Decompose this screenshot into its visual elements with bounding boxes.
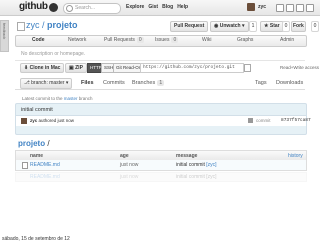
header-nav: Explore Gist Blog Help (126, 4, 192, 10)
reflection-message: initial commit [zyc] (176, 174, 217, 180)
new-repo-icon[interactable] (296, 4, 304, 12)
unwatch-label: Unwatch (219, 23, 241, 29)
tab-network[interactable]: Network (68, 37, 86, 43)
feedback-tab[interactable]: feedback (0, 20, 9, 52)
top-header: github Search... Explore Gist Blog Help zyc (0, 0, 320, 16)
search-input[interactable]: Search... (63, 3, 121, 14)
nav-blog[interactable]: Blog (162, 4, 173, 10)
tab-pull-requests[interactable]: Pull Requests 0 (104, 37, 144, 43)
fork-count[interactable]: 0 (311, 21, 319, 32)
issues-count: 0 (171, 37, 179, 43)
commit-author-avatar[interactable] (21, 118, 27, 124)
breadcrumb: projeto / (18, 139, 50, 148)
commit-meta: zyc authored just now commit 8737f57ca87 (16, 115, 311, 126)
repo-icon (17, 22, 25, 31)
fork-label: Fork (293, 23, 304, 29)
tab-admin[interactable]: Admin (280, 37, 294, 43)
subtab-branches[interactable]: Branches 1 (132, 80, 165, 86)
repo-title: zyc / projeto (26, 20, 78, 30)
latest-commit-label: Latest commit to the master branch (22, 96, 93, 101)
pull-request-label: Pull Request (174, 23, 205, 29)
subtab-commits[interactable]: Commits (103, 80, 125, 86)
clone-row: ⬇ Clone in Mac ▣ ZIP HTTP SSH Git Read-O… (15, 60, 319, 73)
watch-count[interactable]: 1 (249, 21, 257, 32)
feedback-label: feedback (2, 23, 7, 40)
screenshot-area: github Search... Explore Gist Blog Help zyc… (0, 0, 320, 233)
fork-button[interactable]: Fork (291, 21, 306, 32)
commit-sha[interactable]: 8737f57ca87 (281, 118, 311, 123)
tab-wiki[interactable]: Wiki (202, 37, 211, 43)
subtab-tags[interactable]: Tags (255, 80, 267, 86)
subtab-files[interactable]: Files (81, 80, 94, 86)
breadcrumb-repo[interactable]: projeto (18, 139, 45, 148)
notifications-icon[interactable] (276, 4, 284, 12)
pull-request-button[interactable]: Pull Request (170, 21, 209, 32)
settings-icon[interactable] (286, 4, 294, 12)
chevron-down-icon: ▾ (64, 80, 69, 86)
browse-tree-icon[interactable] (248, 118, 253, 123)
access-level: Read+Write access (280, 65, 320, 70)
repo-separator: / (39, 20, 48, 30)
clone-url-field[interactable]: https://github.com/zyc/projeto.git (140, 63, 244, 73)
repo-tabs: Code Network Pull Requests 0 Issues 0 Wiki… (15, 35, 307, 47)
caption-timestamp: sábado, 15 de setembro de 12 (2, 236, 70, 242)
search-placeholder: Search... (75, 5, 96, 11)
col-name: name (30, 153, 44, 159)
zip-button[interactable]: ▣ ZIP (65, 63, 87, 73)
star-button[interactable]: ★ Star (260, 21, 284, 32)
tab-issues[interactable]: Issues 0 (155, 37, 179, 43)
reflection-name: README.md (30, 174, 60, 180)
sign-out-icon[interactable] (306, 4, 314, 12)
branch-selector[interactable]: ⎇ branch: master ▾ (20, 78, 73, 89)
clone-in-mac-button[interactable]: ⬇ Clone in Mac (20, 63, 65, 73)
repo-name[interactable]: projeto (47, 20, 78, 30)
file-commit-author-link[interactable]: [zyc] (206, 162, 216, 168)
reflection-row: README.md just now initial commit [zyc] (15, 172, 307, 182)
branch-row: ⎇ branch: master ▾ Files Commits Branche… (15, 77, 305, 90)
col-message: message (176, 153, 198, 159)
chevron-down-icon: ▾ (240, 23, 245, 29)
tab-graphs[interactable]: Graphs (237, 37, 253, 43)
reflection-age: just now (120, 174, 139, 180)
subtab-downloads[interactable]: Downloads (276, 80, 303, 86)
file-message: initial commit [zyc] (176, 162, 217, 168)
star-count[interactable]: 0 (282, 21, 290, 32)
latest-commit-branch[interactable]: master (64, 96, 78, 101)
file-age: just now (120, 162, 139, 168)
pull-requests-count: 0 (136, 37, 144, 43)
file-name[interactable]: README.md (30, 162, 60, 168)
latest-commit-box: initial commit zyc authored just now com… (15, 103, 311, 135)
history-link[interactable]: history (288, 153, 303, 159)
nav-gist[interactable]: Gist (148, 4, 158, 10)
username[interactable]: zyc (258, 4, 266, 10)
search-icon (66, 5, 73, 12)
nav-help[interactable]: Help (177, 4, 188, 10)
commit-author: zyc authored just now (30, 118, 75, 123)
commit-message[interactable]: initial commit (21, 107, 53, 113)
branches-count: 1 (157, 80, 165, 86)
repo-owner[interactable]: zyc (26, 20, 40, 30)
col-age: age (120, 153, 129, 159)
repo-description[interactable]: No description or homepage. (21, 51, 85, 57)
reflection: README.md just now initial commit [zyc] (15, 170, 307, 233)
clipboard-icon[interactable] (244, 64, 251, 72)
octocat-icon[interactable] (49, 3, 58, 12)
file-icon (22, 162, 28, 169)
avatar[interactable] (247, 3, 255, 11)
unwatch-button[interactable]: ◉ Unwatch ▾ (210, 21, 249, 32)
star-label: Star (269, 23, 280, 29)
commit-sha-label: commit (256, 118, 271, 123)
tab-code[interactable]: Code (32, 37, 45, 43)
github-logo[interactable]: github (19, 1, 48, 12)
nav-explore[interactable]: Explore (126, 4, 144, 10)
